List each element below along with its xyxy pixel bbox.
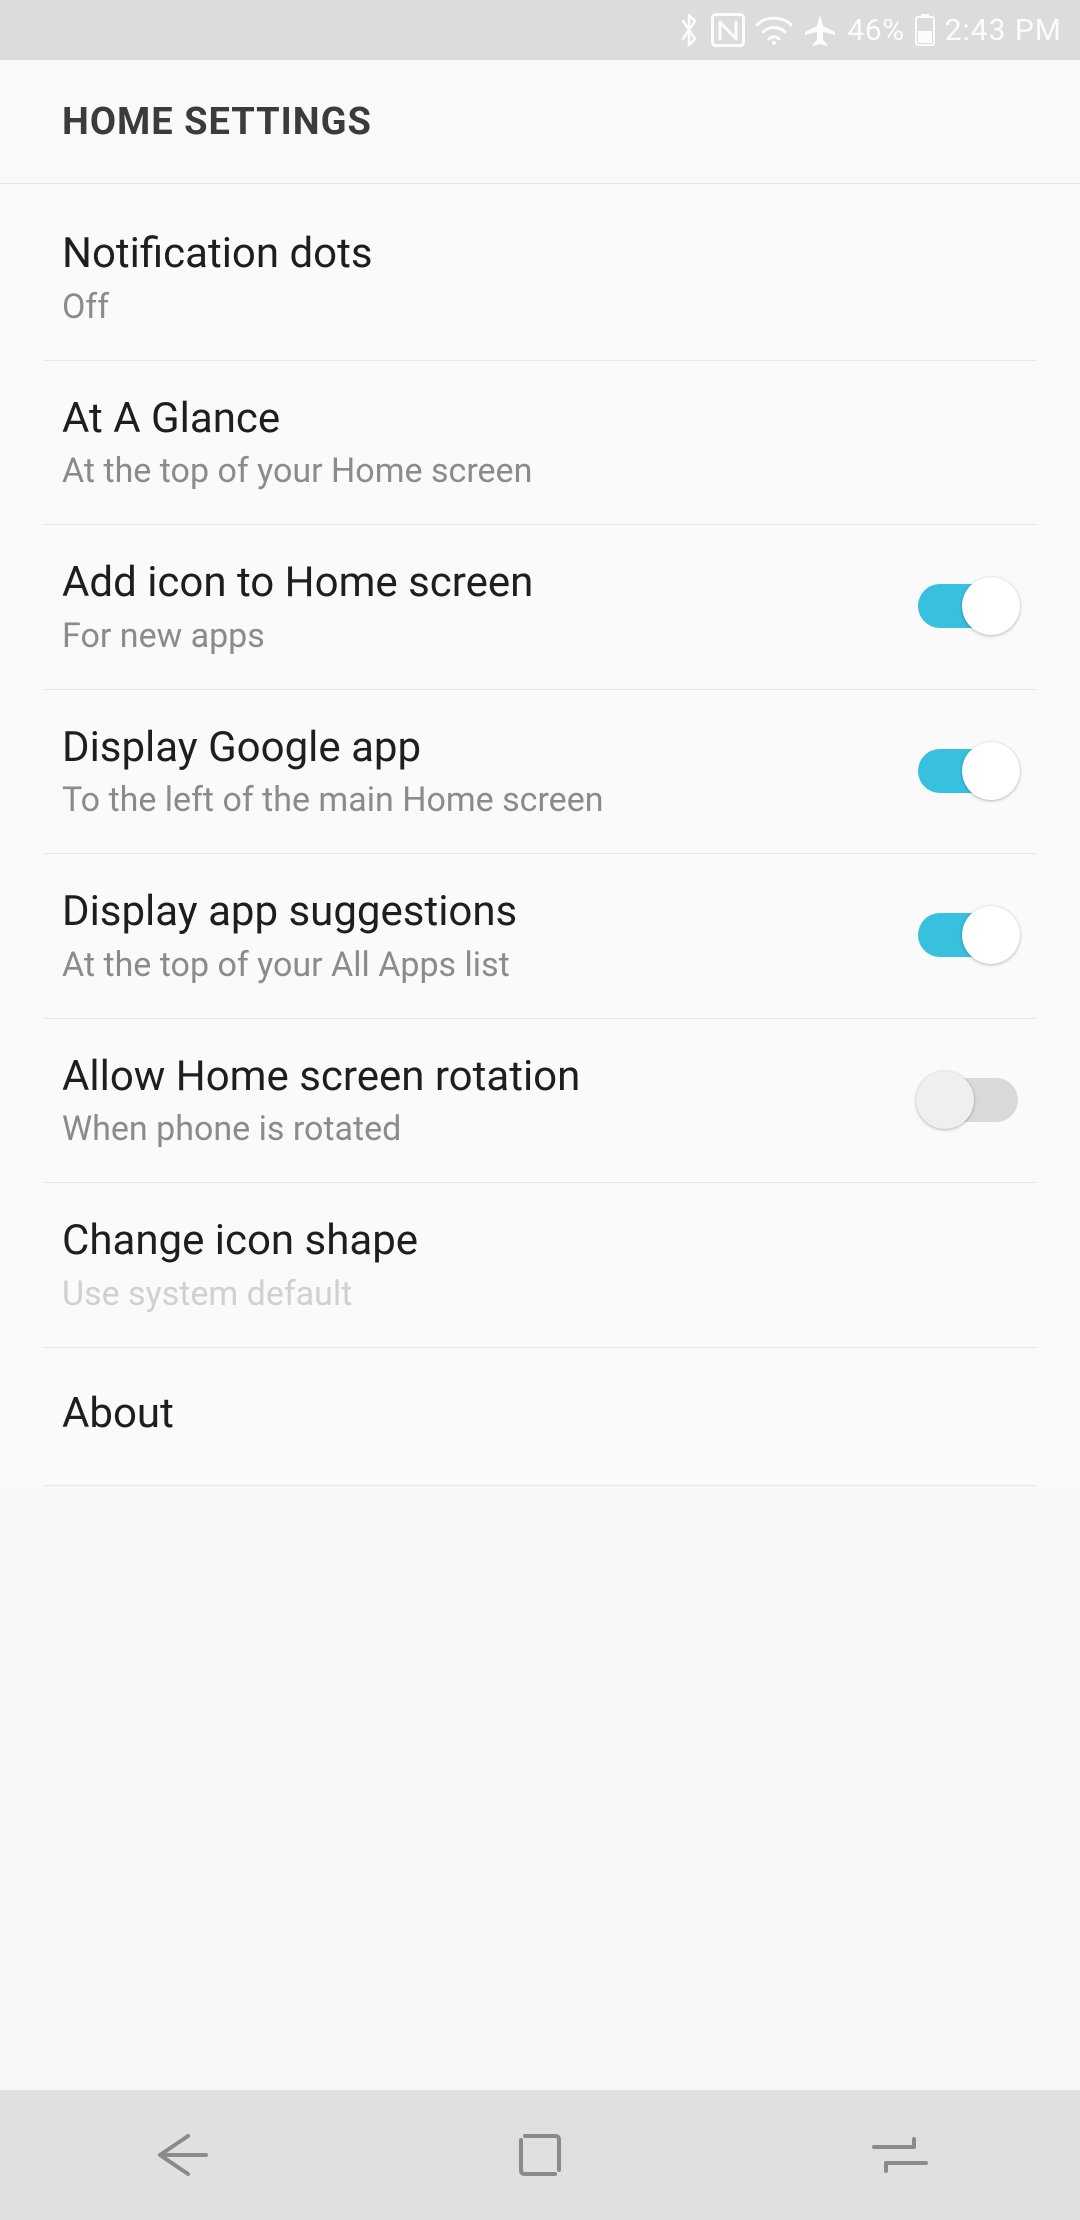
setting-title: Allow Home screen rotation [62,1051,918,1104]
nav-home-button[interactable] [440,2130,640,2180]
battery-icon [915,14,935,46]
setting-title: Add icon to Home screen [62,557,918,610]
setting-about[interactable]: About [0,1348,1080,1487]
setting-subtitle: Off [62,287,1018,327]
toggle-add-icon-home[interactable] [918,577,1018,635]
setting-title: Notification dots [62,228,1018,281]
page-header: HOME SETTINGS [0,60,1080,184]
setting-subtitle: For new apps [62,616,918,656]
nfc-icon [711,13,745,47]
airplane-icon [803,13,837,47]
setting-at-a-glance[interactable]: At A Glance At the top of your Home scre… [0,361,1080,526]
toggle-display-app-suggestions[interactable] [918,906,1018,964]
status-bar: 46% 2:43 PM [0,0,1080,60]
toggle-allow-rotation[interactable] [918,1071,1018,1129]
bluetooth-icon [677,12,701,48]
setting-title: At A Glance [62,393,1018,446]
clock: 2:43 PM [945,13,1062,48]
setting-subtitle: When phone is rotated [62,1109,918,1149]
setting-title: Display app suggestions [62,886,918,939]
home-icon [515,2130,565,2180]
setting-title: About [62,1388,1018,1441]
recents-icon [868,2133,932,2177]
back-icon [148,2130,212,2180]
toggle-display-google-app[interactable] [918,742,1018,800]
setting-subtitle: Use system default [62,1274,1018,1314]
setting-add-icon-home[interactable]: Add icon to Home screen For new apps [0,525,1080,690]
settings-list: Notification dots Off At A Glance At the… [0,184,1080,1486]
nav-recents-button[interactable] [800,2133,1000,2177]
setting-notification-dots[interactable]: Notification dots Off [0,184,1080,361]
nav-bar [0,2090,1080,2220]
setting-subtitle: At the top of your Home screen [62,451,1018,491]
setting-title: Change icon shape [62,1215,1018,1268]
setting-allow-rotation[interactable]: Allow Home screen rotation When phone is… [0,1019,1080,1184]
wifi-icon [755,15,793,45]
setting-change-icon-shape[interactable]: Change icon shape Use system default [0,1183,1080,1348]
battery-percent: 46% [847,13,904,48]
setting-display-app-suggestions[interactable]: Display app suggestions At the top of yo… [0,854,1080,1019]
page-title: HOME SETTINGS [62,100,372,144]
setting-subtitle: To the left of the main Home screen [62,780,918,820]
setting-title: Display Google app [62,722,918,775]
nav-back-button[interactable] [80,2130,280,2180]
setting-display-google-app[interactable]: Display Google app To the left of the ma… [0,690,1080,855]
setting-subtitle: At the top of your All Apps list [62,945,918,985]
